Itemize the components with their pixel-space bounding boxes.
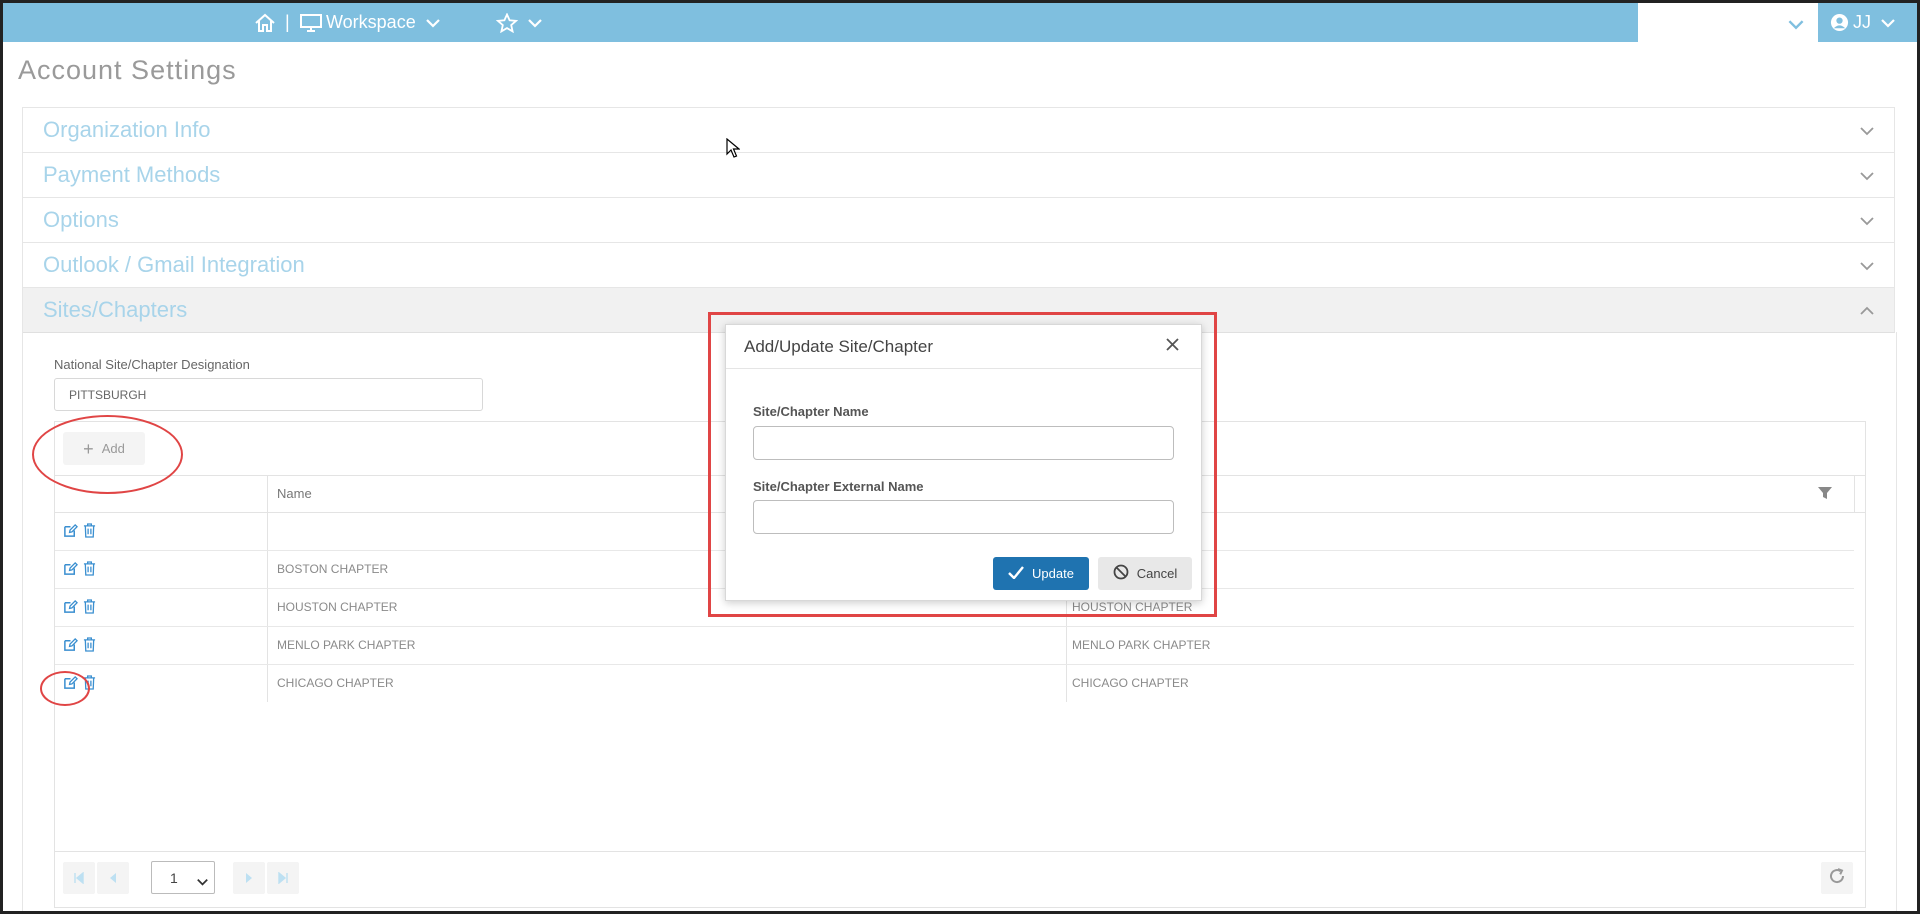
accordion-label: Organization Info <box>43 117 211 142</box>
topbar-blank-area <box>1638 3 1818 42</box>
accordion-label: Outlook / Gmail Integration <box>43 252 305 277</box>
chevron-down-icon <box>197 873 208 889</box>
row-external-name: CHICAGO CHAPTER <box>1072 676 1189 690</box>
mouse-cursor-icon <box>726 137 741 163</box>
site-name-input[interactable] <box>753 426 1174 460</box>
national-designation-input[interactable]: PITTSBURGH <box>54 378 483 411</box>
prev-page-button[interactable] <box>97 862 129 894</box>
first-page-button[interactable] <box>63 862 95 894</box>
workspace-label: Workspace <box>326 12 416 32</box>
accordion-label: Options <box>43 207 119 232</box>
chevron-down-icon <box>1860 213 1874 231</box>
refresh-button[interactable] <box>1821 862 1853 894</box>
ban-icon <box>1113 564 1129 583</box>
user-menu[interactable]: JJ <box>1818 3 1917 42</box>
trash-icon[interactable] <box>83 561 96 581</box>
cancel-button[interactable]: Cancel <box>1098 557 1192 590</box>
filter-icon[interactable] <box>1817 485 1833 506</box>
grid-pager: 1 <box>55 851 1865 907</box>
cancel-button-label: Cancel <box>1136 566 1178 581</box>
national-designation-label: National Site/Chapter Designation <box>54 357 250 372</box>
user-initials: JJ <box>1853 12 1871 32</box>
accordion-label: Payment Methods <box>43 162 221 187</box>
edit-icon[interactable] <box>63 599 78 619</box>
table-row: CHICAGO CHAPTER CHICAGO CHAPTER <box>55 664 1854 702</box>
row-external-name: MENLO PARK CHAPTER <box>1072 638 1211 652</box>
refresh-icon <box>1828 867 1846 890</box>
accordion-options[interactable]: Options <box>22 197 1895 242</box>
accordion-label: Sites/Chapters <box>43 297 188 322</box>
accordion-outlook-gmail[interactable]: Outlook / Gmail Integration <box>22 242 1895 287</box>
row-name: HOUSTON CHAPTER <box>277 600 398 614</box>
chevron-down-icon[interactable] <box>1788 17 1804 35</box>
annotation-circle-add <box>32 415 183 494</box>
site-name-label: Site/Chapter Name <box>753 404 869 419</box>
check-icon <box>1008 565 1024 582</box>
user-circle-icon <box>1830 13 1849 32</box>
next-page-button[interactable] <box>233 862 265 894</box>
chevron-down-icon <box>1881 18 1895 28</box>
site-external-name-input[interactable] <box>753 500 1174 534</box>
edit-icon[interactable] <box>63 561 78 581</box>
row-name: CHICAGO CHAPTER <box>277 676 394 690</box>
add-update-site-modal: Add/Update Site/Chapter Site/Chapter Nam… <box>725 324 1202 601</box>
row-name: BOSTON CHAPTER <box>277 562 389 576</box>
app-window: | Workspace JJ Account Settings Organiza… <box>0 0 1920 914</box>
page-select[interactable]: 1 <box>151 861 215 894</box>
star-icon <box>496 12 518 33</box>
site-external-name-label: Site/Chapter External Name <box>753 479 924 494</box>
edit-icon[interactable] <box>63 523 78 543</box>
monitor-icon <box>300 13 322 32</box>
nav-separator: | <box>285 12 290 32</box>
trash-icon[interactable] <box>83 523 96 543</box>
trash-icon[interactable] <box>83 637 96 657</box>
page-title: Account Settings <box>18 55 237 85</box>
chevron-down-icon <box>1860 123 1874 141</box>
trash-icon[interactable] <box>83 599 96 619</box>
annotation-circle-edit <box>40 671 90 706</box>
chevron-down-icon <box>1860 168 1874 186</box>
accordion-organization-info[interactable]: Organization Info <box>22 107 1895 152</box>
chevron-down-icon <box>425 18 440 28</box>
edit-icon[interactable] <box>63 637 78 657</box>
accordion-payment-methods[interactable]: Payment Methods <box>22 152 1895 197</box>
workspace-menu[interactable]: Workspace <box>300 3 440 42</box>
home-icon[interactable] <box>254 3 276 42</box>
chevron-up-icon <box>1860 303 1874 321</box>
column-header-name[interactable]: Name <box>277 475 312 512</box>
close-icon[interactable] <box>1166 338 1179 356</box>
table-row: MENLO PARK CHAPTER MENLO PARK CHAPTER <box>55 626 1854 665</box>
modal-header: Add/Update Site/Chapter <box>726 325 1201 369</box>
modal-title: Add/Update Site/Chapter <box>744 337 934 356</box>
last-page-button[interactable] <box>267 862 299 894</box>
page-select-value: 1 <box>170 869 178 886</box>
chevron-down-icon <box>528 18 542 28</box>
favorites-menu[interactable] <box>496 3 542 42</box>
chevron-down-icon <box>1860 258 1874 276</box>
update-button-label: Update <box>1032 566 1074 581</box>
update-button[interactable]: Update <box>993 557 1089 590</box>
row-name: MENLO PARK CHAPTER <box>277 638 416 652</box>
settings-accordion: Organization Info Payment Methods Option… <box>22 107 1895 333</box>
top-nav-bar: | Workspace <box>3 3 1638 42</box>
